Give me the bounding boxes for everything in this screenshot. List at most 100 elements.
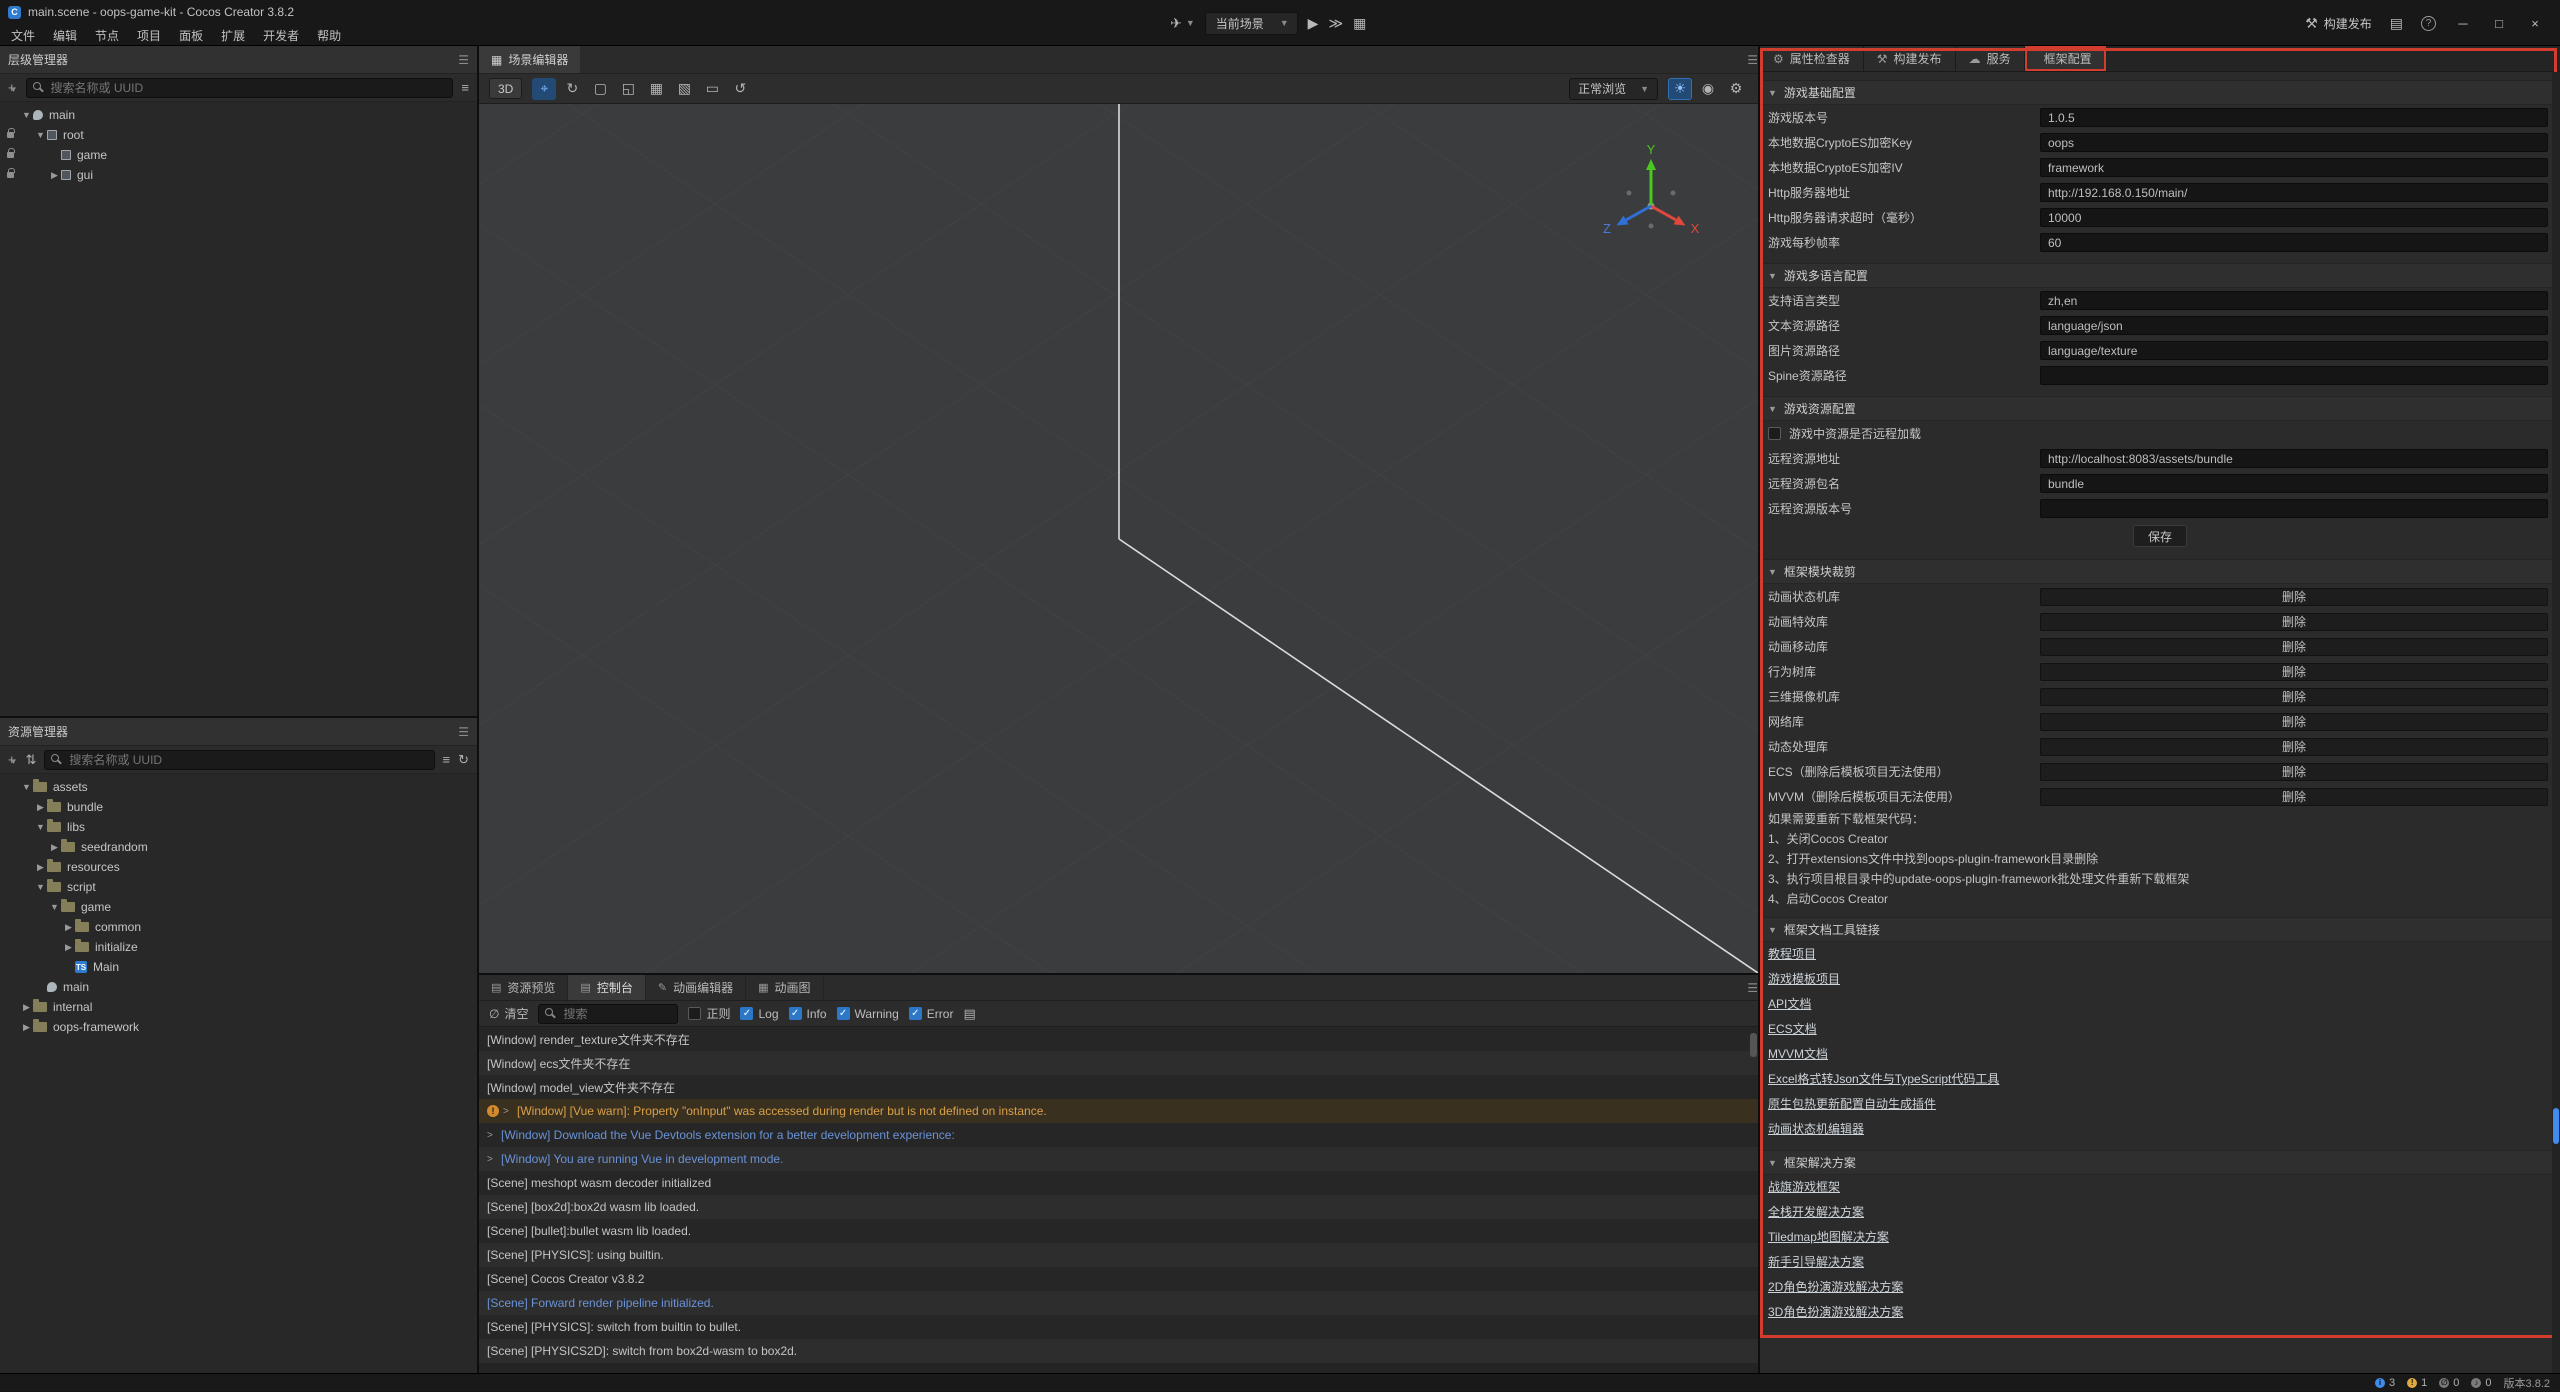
panel-menu-icon[interactable]: ☰ bbox=[458, 53, 469, 67]
expand-arrow-icon[interactable]: > bbox=[487, 1130, 497, 1141]
menu-node[interactable]: 节点 bbox=[86, 24, 128, 46]
scene-select-dropdown[interactable]: 当前场景 ▼ bbox=[1205, 12, 1298, 35]
log-row[interactable]: ! > [Scene] [PHYSICS2D]: switch from box… bbox=[479, 1339, 1758, 1363]
step-button[interactable]: ≫ bbox=[1328, 15, 1343, 32]
asset-node[interactable]: Main bbox=[0, 957, 477, 977]
section-game-basic-config[interactable]: ▼ 游戏基础配置 bbox=[1760, 80, 2560, 105]
delete-module-button[interactable]: 删除 bbox=[2040, 713, 2548, 731]
asset-node[interactable]: assets bbox=[0, 777, 477, 797]
asset-node[interactable]: libs bbox=[0, 817, 477, 837]
tree-arrow-icon[interactable] bbox=[48, 902, 61, 912]
tree-arrow-icon[interactable] bbox=[34, 822, 47, 832]
tab-build-publish[interactable]: ⚒ 构建发布 bbox=[1864, 46, 1956, 71]
log-row[interactable]: ! > [Window] [Vue warn]: Property "onInp… bbox=[479, 1099, 1758, 1123]
tree-arrow-icon[interactable] bbox=[20, 1002, 33, 1013]
tree-arrow-icon[interactable] bbox=[34, 882, 47, 892]
checkbox[interactable] bbox=[837, 1007, 850, 1020]
inspector-scrollbar[interactable] bbox=[2552, 72, 2560, 1373]
hierarchy-node[interactable]: game bbox=[0, 145, 477, 165]
log-row[interactable]: ! > [Scene] [PHYSICS]: using builtin. bbox=[479, 1243, 1758, 1267]
doc-link[interactable]: 教程项目 bbox=[1768, 942, 1816, 967]
info-count[interactable]: i 3 bbox=[2375, 1377, 2395, 1389]
section-framework-modules[interactable]: ▼ 框架模块裁剪 bbox=[1760, 559, 2560, 584]
sort-assets-icon[interactable]: ⇅ bbox=[26, 752, 37, 768]
tab-property-inspector[interactable]: ⚙ 属性检查器 bbox=[1760, 46, 1864, 71]
regex-filter[interactable]: 正则 bbox=[688, 1005, 730, 1022]
tree-arrow-icon[interactable] bbox=[20, 782, 33, 792]
log-row[interactable]: ! > [Scene] meshopt wasm decoder initial… bbox=[479, 1171, 1758, 1195]
asset-node[interactable]: script bbox=[0, 877, 477, 897]
checkbox[interactable] bbox=[909, 1007, 922, 1020]
hierarchy-node[interactable]: root bbox=[0, 125, 477, 145]
console-scrollbar-thumb[interactable] bbox=[1750, 1033, 1757, 1057]
axis-gizmo[interactable]: Y X Z bbox=[1596, 144, 1706, 254]
panel-menu-icon[interactable]: ☰ bbox=[1747, 53, 1758, 67]
tab-animation-graph[interactable]: ▦ 动画图 bbox=[746, 975, 823, 1000]
field-input[interactable] bbox=[2040, 108, 2548, 127]
help-icon[interactable]: ? bbox=[2421, 16, 2436, 31]
reset-view-tool-icon[interactable]: ↺ bbox=[728, 78, 752, 100]
console-log-area[interactable]: ! > [Window] render_texture文件夹不存在 ! > [W… bbox=[479, 1027, 1758, 1373]
tree-arrow-icon[interactable] bbox=[34, 802, 47, 813]
delete-module-button[interactable]: 删除 bbox=[2040, 788, 2548, 806]
checkbox[interactable] bbox=[688, 1007, 701, 1020]
asset-node[interactable]: seedrandom bbox=[0, 837, 477, 857]
tab-console[interactable]: ▤ 控制台 bbox=[568, 975, 645, 1000]
doc-link[interactable]: 游戏模板项目 bbox=[1768, 967, 1840, 992]
tree-arrow-icon[interactable] bbox=[34, 130, 47, 140]
close-button[interactable]: × bbox=[2526, 16, 2544, 31]
section-framework-docs[interactable]: ▼ 框架文档工具链接 bbox=[1760, 917, 2560, 942]
tab-service[interactable]: ☁ 服务 bbox=[1956, 46, 2025, 71]
add-asset-button[interactable]: +▼ bbox=[8, 752, 18, 767]
play-button[interactable]: ▶ bbox=[1308, 15, 1319, 32]
error-count[interactable]: ∅ 0 bbox=[2439, 1377, 2459, 1389]
log-row[interactable]: ! > [Window] ecs文件夹不存在 bbox=[479, 1051, 1758, 1075]
asset-node[interactable]: resources bbox=[0, 857, 477, 877]
warning-filter[interactable]: Warning bbox=[837, 1007, 899, 1021]
hierarchy-filter-icon[interactable]: ≡ bbox=[461, 80, 469, 95]
log-row[interactable]: ! > [Scene] Cocos Creator v3.8.2 bbox=[479, 1267, 1758, 1291]
doc-link[interactable]: API文档 bbox=[1768, 992, 1811, 1017]
menu-developer[interactable]: 开发者 bbox=[254, 24, 308, 46]
asset-node[interactable]: main bbox=[0, 977, 477, 997]
asset-node[interactable]: bundle bbox=[0, 797, 477, 817]
section-game-resource-config[interactable]: ▼ 游戏资源配置 bbox=[1760, 396, 2560, 421]
doc-link[interactable]: ECS文档 bbox=[1768, 1017, 1817, 1042]
field-input[interactable] bbox=[2040, 133, 2548, 152]
tree-arrow-icon[interactable] bbox=[20, 110, 33, 120]
panel-menu-icon[interactable]: ☰ bbox=[458, 725, 469, 739]
field-input[interactable] bbox=[2040, 233, 2548, 252]
delete-module-button[interactable]: 删除 bbox=[2040, 763, 2548, 781]
log-row[interactable]: ! > [Window] Download the Vue Devtools e… bbox=[479, 1123, 1758, 1147]
expand-arrow-icon[interactable]: > bbox=[487, 1154, 497, 1165]
delete-module-button[interactable]: 删除 bbox=[2040, 738, 2548, 756]
dimension-toggle-button[interactable]: 3D bbox=[489, 78, 522, 99]
menu-project[interactable]: 项目 bbox=[128, 24, 170, 46]
move-tool-icon[interactable]: ⌖ bbox=[532, 78, 556, 100]
tab-framework-config[interactable]: 框架配置 bbox=[2025, 46, 2106, 71]
solution-link[interactable]: 战旗游戏框架 bbox=[1768, 1175, 1840, 1200]
tree-arrow-icon[interactable] bbox=[48, 842, 61, 853]
tree-arrow-icon[interactable] bbox=[20, 1022, 33, 1033]
field-input[interactable] bbox=[2040, 183, 2548, 202]
delete-module-button[interactable]: 删除 bbox=[2040, 638, 2548, 656]
doc-link[interactable]: 动画状态机编辑器 bbox=[1768, 1117, 1864, 1142]
delete-module-button[interactable]: 删除 bbox=[2040, 663, 2548, 681]
scale-tool-icon[interactable]: ◱ bbox=[616, 78, 640, 100]
log-row[interactable]: ! > [Scene] Forward render pipeline init… bbox=[479, 1291, 1758, 1315]
asset-node[interactable]: internal bbox=[0, 997, 477, 1017]
log-row[interactable]: ! > [Window] model_view文件夹不存在 bbox=[479, 1075, 1758, 1099]
delete-module-button[interactable]: 删除 bbox=[2040, 688, 2548, 706]
collapse-logs-icon[interactable]: ▤ bbox=[963, 1006, 975, 1022]
anchor-tool-icon[interactable]: ▦ bbox=[644, 78, 668, 100]
rotate-tool-icon[interactable]: ↻ bbox=[560, 78, 584, 100]
maximize-button[interactable]: □ bbox=[2490, 16, 2508, 31]
info-filter[interactable]: Info bbox=[789, 1007, 827, 1021]
view-mode-dropdown[interactable]: 正常浏览 ▼ bbox=[1569, 78, 1658, 100]
frame-tool-icon[interactable]: ▭ bbox=[700, 78, 724, 100]
section-framework-solutions[interactable]: ▼ 框架解决方案 bbox=[1760, 1150, 2560, 1175]
menu-extension[interactable]: 扩展 bbox=[212, 24, 254, 46]
solution-link[interactable]: Tiledmap地图解决方案 bbox=[1768, 1225, 1889, 1250]
clear-console-button[interactable]: ∅ 清空 bbox=[489, 1005, 528, 1022]
assets-filter-icon[interactable]: ≡ bbox=[443, 752, 451, 767]
